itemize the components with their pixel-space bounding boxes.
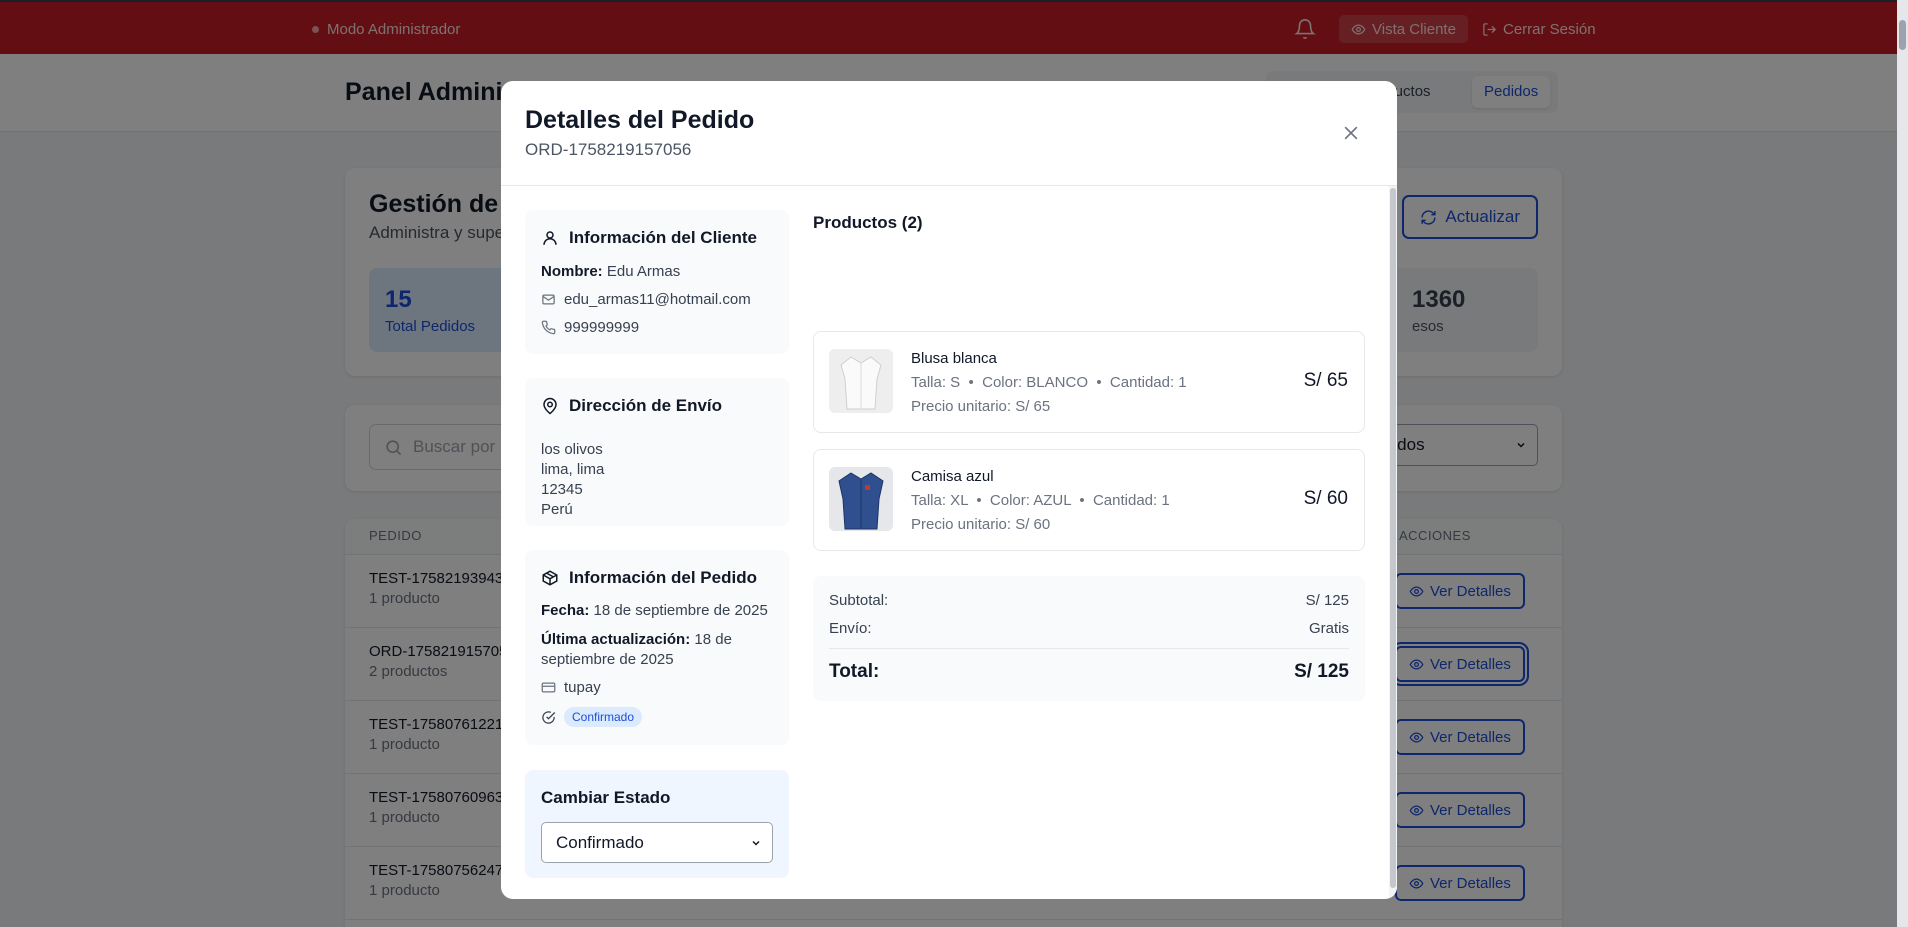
product-size: Talla: XL bbox=[911, 492, 968, 509]
product-unit-price: Precio unitario: S/ 65 bbox=[911, 398, 1051, 415]
address-line: los olivos bbox=[541, 441, 603, 458]
user-icon bbox=[543, 231, 557, 245]
customer-phone: 999999999 bbox=[541, 319, 639, 336]
order-updated: Última actualización: 18 de septiembre d… bbox=[541, 630, 773, 670]
white-blouse-image bbox=[829, 349, 893, 413]
customer-name: Nombre: Edu Armas bbox=[541, 263, 680, 280]
credit-card-icon bbox=[541, 682, 556, 693]
shipping-value: Gratis bbox=[1308, 620, 1349, 637]
subtotal-value: S/ 125 bbox=[1305, 592, 1349, 609]
close-icon[interactable] bbox=[1341, 123, 1361, 143]
product-item: Camisa azul Talla: XL • Color: AZUL • Can… bbox=[813, 449, 1365, 551]
order-date: Fecha: 18 de septiembre de 2025 bbox=[541, 602, 768, 619]
name-label: Nombre: bbox=[541, 263, 603, 280]
heading-label: Información del Pedido bbox=[569, 568, 757, 587]
status-select[interactable]: Confirmado bbox=[541, 822, 773, 863]
product-meta: Talla: XL • Color: AZUL • Cantidad: 1 bbox=[911, 492, 1170, 509]
customer-info-panel: Información del Cliente Nombre: Edu Arma… bbox=[525, 210, 789, 354]
order-status: Confirmado bbox=[541, 707, 643, 727]
scrollbar-thumb[interactable] bbox=[1899, 20, 1906, 50]
check-circle-icon bbox=[542, 710, 556, 724]
status-select-value: Confirmado bbox=[556, 832, 644, 852]
payment-method: tupay bbox=[541, 679, 601, 696]
order-totals: Subtotal: S/ 125 Envío: Gratis Total: S/ 125 bbox=[813, 576, 1365, 701]
blue-shirt-image bbox=[829, 467, 893, 531]
modal-order-id: ORD-1758219157056 bbox=[525, 140, 692, 159]
phone-icon bbox=[541, 320, 556, 335]
product-color: Color: BLANCO bbox=[982, 374, 1088, 391]
heading-label: Información del Cliente bbox=[569, 228, 757, 247]
page-scrollbar[interactable] bbox=[1897, 0, 1908, 927]
order-info-heading: Información del Pedido bbox=[541, 568, 757, 588]
total-value: S/ 125 bbox=[1294, 661, 1349, 682]
product-name: Camisa azul bbox=[911, 468, 994, 485]
order-details-modal: Detalles del Pedido ORD-1758219157056 In… bbox=[501, 81, 1397, 899]
customer-info-heading: Información del Cliente bbox=[541, 228, 757, 248]
address-line: lima, lima bbox=[541, 461, 605, 478]
product-color: Color: AZUL bbox=[989, 492, 1072, 509]
total-label: Total: bbox=[829, 661, 880, 682]
email-value: edu_armas11@hotmail.com bbox=[564, 291, 751, 308]
address-line: 12345 bbox=[541, 481, 583, 498]
separator-dot: • bbox=[1071, 492, 1093, 509]
status-badge: Confirmado bbox=[564, 707, 643, 727]
mail-icon bbox=[542, 294, 555, 305]
package-icon bbox=[542, 570, 558, 586]
customer-email: edu_armas11@hotmail.com bbox=[541, 291, 751, 308]
product-price: S/ 60 bbox=[1303, 488, 1348, 509]
shipping-label: Envío: bbox=[829, 620, 872, 637]
product-meta: Talla: S • Color: BLANCO • Cantidad: 1 bbox=[911, 374, 1187, 391]
separator-dot: • bbox=[1088, 374, 1110, 391]
date-label: Fecha: bbox=[541, 602, 590, 619]
product-unit-price: Precio unitario: S/ 60 bbox=[911, 516, 1051, 533]
product-quantity: Cantidad: 1 bbox=[1109, 374, 1187, 391]
product-image bbox=[829, 467, 893, 531]
product-item: Blusa blanca Talla: S • Color: BLANCO • C… bbox=[813, 331, 1365, 433]
separator-dot: • bbox=[960, 374, 983, 391]
updated-label: Última actualización: bbox=[541, 631, 691, 648]
order-info-panel: Información del Pedido Fecha: 18 de sept… bbox=[525, 550, 789, 745]
heading-label: Dirección de Envío bbox=[569, 396, 723, 415]
modal-title: Detalles del Pedido bbox=[525, 106, 755, 134]
modal-scrollbar[interactable] bbox=[1389, 186, 1397, 899]
payment-value: tupay bbox=[564, 679, 601, 696]
product-quantity: Cantidad: 1 bbox=[1092, 492, 1170, 509]
date-value: 18 de septiembre de 2025 bbox=[593, 602, 768, 619]
shipping-heading: Dirección de Envío bbox=[541, 396, 722, 416]
separator-dot: • bbox=[967, 492, 990, 509]
shipping-address: los olivos lima, lima 12345 Perú bbox=[541, 440, 604, 520]
product-price: S/ 65 bbox=[1303, 370, 1348, 391]
products-heading: Productos (2) bbox=[813, 213, 923, 232]
change-status-panel: Cambiar Estado Confirmado bbox=[525, 770, 789, 878]
modal-header: Detalles del Pedido ORD-1758219157056 bbox=[501, 81, 1397, 186]
change-status-heading: Cambiar Estado bbox=[541, 788, 671, 807]
address-line: Perú bbox=[541, 501, 573, 518]
chevron-down-icon bbox=[752, 840, 760, 846]
shipping-row: Envío: Gratis bbox=[829, 620, 1349, 637]
product-image bbox=[829, 349, 893, 413]
subtotal-row: Subtotal: S/ 125 bbox=[829, 592, 1349, 609]
modal-scrollbar-thumb[interactable] bbox=[1390, 188, 1396, 888]
product-size: Talla: S bbox=[911, 374, 961, 391]
phone-value: 999999999 bbox=[564, 319, 640, 336]
name-value: Edu Armas bbox=[606, 263, 681, 280]
product-name: Blusa blanca bbox=[911, 350, 997, 367]
subtotal-label: Subtotal: bbox=[829, 592, 889, 609]
total-row: Total: S/ 125 bbox=[829, 648, 1349, 683]
map-pin-icon bbox=[543, 397, 557, 415]
shipping-address-panel: Dirección de Envío los olivos lima, lima… bbox=[525, 378, 789, 526]
